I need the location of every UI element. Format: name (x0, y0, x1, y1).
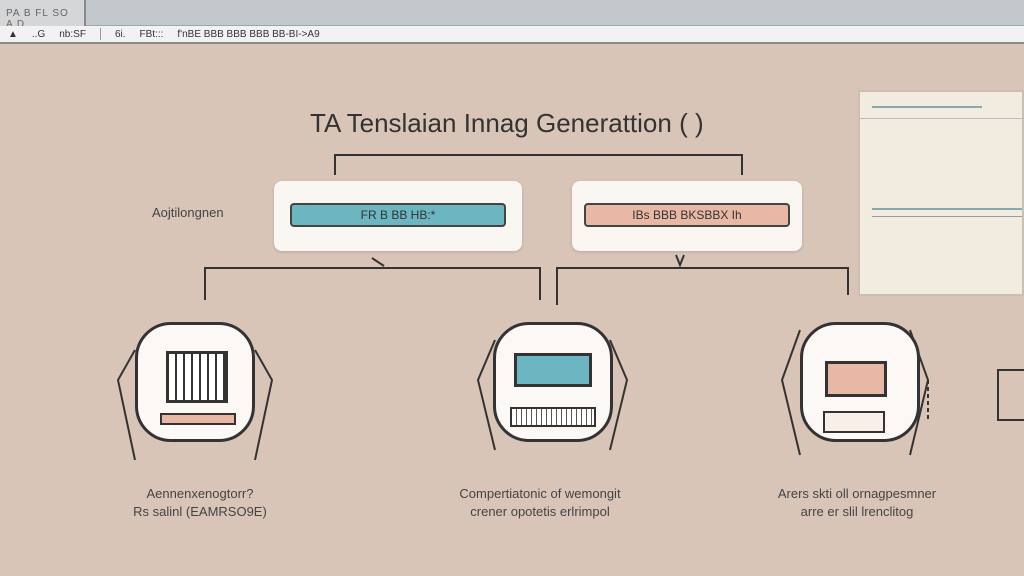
document-stack-icon (800, 322, 920, 442)
caption-center: Compertiatonic of wemongit crener opoteti… (459, 486, 621, 519)
computer-grid-icon (135, 322, 255, 442)
side-panel (858, 90, 1024, 296)
computer-monitor-icon (493, 322, 613, 442)
text-box-left[interactable]: FR B BB HB:* (290, 203, 506, 227)
input-card-right: IBs BBB BKSBBX Ih (572, 181, 802, 251)
page-title: TA Tenslaian Innag Generattion ( ) (310, 108, 704, 138)
caption-right: Arers skti oll ornagpesmner arre er slil … (777, 486, 937, 519)
text-box-right[interactable]: IBs BBB BKSBBX Ih (584, 203, 790, 227)
side-label: Aojtilongnen (152, 205, 224, 220)
input-card-left: FR B BB HB:* (274, 181, 522, 251)
caption-left: Aennenxenogtorr? Rs salinl (EAMRSO9E) (133, 486, 267, 519)
